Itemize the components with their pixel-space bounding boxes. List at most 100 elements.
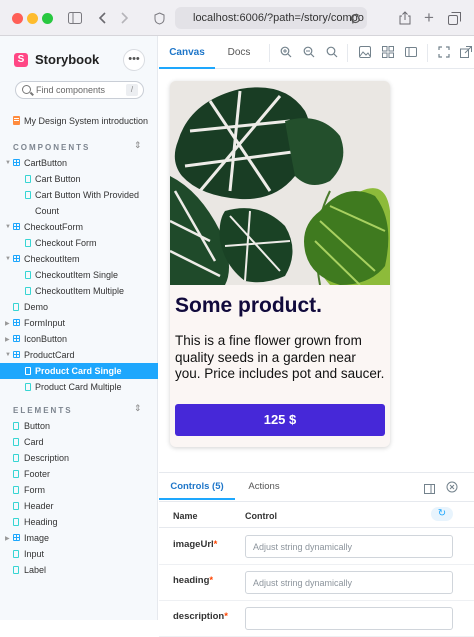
caret-right-icon: ▶ xyxy=(5,321,10,327)
sidebar-item-checkoutitem[interactable]: ▼ CheckoutItem xyxy=(0,251,158,267)
search-input[interactable]: Find components / xyxy=(15,81,144,99)
sidebar-item-label: My Design System introduction xyxy=(24,116,149,126)
address-bar[interactable]: localhost:6006/?path=/story/compo xyxy=(175,7,367,29)
component-icon xyxy=(13,351,20,358)
expand-collapse-icon[interactable]: ⇕ xyxy=(134,403,142,414)
sidebar-item-cart-button-with-provided[interactable]: Cart Button With Provided xyxy=(0,187,158,203)
sidebar-item-footer[interactable]: Footer xyxy=(0,466,158,482)
control-name: description* xyxy=(173,611,228,622)
open-new-tab-icon[interactable] xyxy=(459,46,473,60)
sidebar-item-introduction[interactable]: My Design System introduction xyxy=(0,113,158,129)
bookmark-icon xyxy=(13,518,19,526)
background-icon[interactable] xyxy=(358,46,372,60)
share-icon[interactable] xyxy=(396,9,414,27)
sidebar-item-productcard[interactable]: ▼ ProductCard xyxy=(0,347,158,363)
column-header-name: Name xyxy=(173,511,198,521)
control-row-imageurl: imageUrl* Adjust string dynamically xyxy=(159,529,474,565)
forward-icon[interactable] xyxy=(116,9,134,27)
price-button[interactable]: 125 $ xyxy=(175,404,385,436)
bookmark-icon xyxy=(13,303,19,311)
zoom-in-icon[interactable] xyxy=(279,46,293,60)
sidebar-toggle-icon[interactable] xyxy=(66,9,84,27)
tab-overview-icon[interactable] xyxy=(445,9,463,27)
zoom-out-icon[interactable] xyxy=(302,46,316,60)
required-marker: * xyxy=(209,575,214,586)
required-marker: * xyxy=(213,539,218,550)
sidebar-item-cart-button[interactable]: Cart Button xyxy=(0,171,158,187)
sidebar-item-label[interactable]: Label xyxy=(0,562,158,578)
sidebar-item-label: Form xyxy=(24,485,45,495)
bookmark-icon xyxy=(13,422,19,430)
sidebar-item-checkoutitem-multiple[interactable]: CheckoutItem Multiple xyxy=(0,283,158,299)
toolbar-divider xyxy=(347,44,348,62)
sidebar-item-card[interactable]: Card xyxy=(0,434,158,450)
sidebar-item-label: FormInput xyxy=(24,318,66,328)
heading-input[interactable]: Adjust string dynamically xyxy=(245,571,453,594)
sidebar-menu-button[interactable]: ••• xyxy=(123,49,145,71)
sidebar-item-demo[interactable]: Demo xyxy=(0,299,158,315)
sidebar-item-label: Header xyxy=(24,501,54,511)
expand-collapse-icon[interactable]: ⇕ xyxy=(134,140,142,151)
sidebar-item-product-card-single[interactable]: Product Card Single xyxy=(0,363,158,379)
sidebar-item-product-card-multiple[interactable]: Product Card Multiple xyxy=(0,379,158,395)
storybook-logo[interactable]: S Storybook xyxy=(14,52,99,67)
sidebar-item-forminput[interactable]: ▶ FormInput xyxy=(0,315,158,331)
sidebar-item-label: Heading xyxy=(24,517,58,527)
sidebar-item-cartbutton[interactable]: ▼ CartButton xyxy=(0,155,158,171)
grid-icon[interactable] xyxy=(381,46,395,60)
sidebar-item-button[interactable]: Button xyxy=(0,418,158,434)
panel-orientation-icon[interactable] xyxy=(424,481,435,499)
sidebar-item-label: Description xyxy=(24,453,70,463)
sidebar-item-description[interactable]: Description xyxy=(0,450,158,466)
tab-docs[interactable]: Docs xyxy=(221,36,257,69)
description-input[interactable] xyxy=(245,607,453,630)
sidebar-item-label: CheckoutItem Single xyxy=(35,270,119,280)
sidebar-item-checkoutitem-single[interactable]: CheckoutItem Single xyxy=(0,267,158,283)
sidebar-item-checkout-form[interactable]: Checkout Form xyxy=(0,235,158,251)
preview-toolbar: Canvas Docs xyxy=(159,36,474,69)
bookmark-icon xyxy=(25,271,31,279)
tab-canvas[interactable]: Canvas xyxy=(159,36,215,69)
tab-controls[interactable]: Controls (5) xyxy=(159,473,235,500)
maximize-window-button[interactable] xyxy=(42,13,53,24)
new-tab-icon[interactable]: + xyxy=(420,8,438,27)
sidebar-item-label: Cart Button With Provided xyxy=(35,190,140,200)
close-panel-icon[interactable] xyxy=(446,480,458,498)
sidebar-item-checkoutform[interactable]: ▼ CheckoutForm xyxy=(0,219,158,235)
browser-titlebar: localhost:6006/?path=/story/compo + xyxy=(0,0,474,36)
refresh-icon: ↻ xyxy=(437,508,447,519)
shield-icon[interactable] xyxy=(150,9,168,27)
reload-icon[interactable] xyxy=(346,9,364,27)
viewport-icon[interactable] xyxy=(404,46,418,60)
search-placeholder: Find components xyxy=(36,85,106,95)
sidebar-item-heading[interactable]: Heading xyxy=(0,514,158,530)
required-marker: * xyxy=(224,611,228,622)
sidebar-item-label: CheckoutForm xyxy=(24,222,84,232)
sidebar-item-form[interactable]: Form xyxy=(0,482,158,498)
section-header-label: ELEMENTS xyxy=(13,406,73,415)
sidebar-item-label: Demo xyxy=(24,302,49,312)
sidebar-item-image[interactable]: ▶ Image xyxy=(0,530,158,546)
back-icon[interactable] xyxy=(93,9,111,27)
component-icon xyxy=(13,223,20,230)
bookmark-icon xyxy=(25,239,31,247)
component-icon xyxy=(13,534,20,541)
sidebar-item-label: Cart Button xyxy=(35,174,81,184)
reset-controls-button[interactable]: ↻ xyxy=(431,507,453,521)
search-icon xyxy=(22,85,31,94)
sidebar-item-input[interactable]: Input xyxy=(0,546,158,562)
components-section-header[interactable]: COMPONENTS xyxy=(13,143,90,152)
fullscreen-icon[interactable] xyxy=(437,46,451,60)
tab-actions[interactable]: Actions xyxy=(239,473,289,500)
sidebar-item-label: Product Card Multiple xyxy=(35,382,122,392)
sidebar-item-iconbutton[interactable]: ▶ IconButton xyxy=(0,331,158,347)
sidebar-item-label: Product Card Single xyxy=(35,366,122,376)
minimize-window-button[interactable] xyxy=(27,13,38,24)
sidebar-item-label: CheckoutItem xyxy=(24,254,80,264)
sidebar-item-header[interactable]: Header xyxy=(0,498,158,514)
close-window-button[interactable] xyxy=(12,13,23,24)
elements-section-header[interactable]: ELEMENTS xyxy=(13,406,73,415)
zoom-reset-icon[interactable] xyxy=(325,46,339,60)
sidebar-item-label-continuation: Count xyxy=(0,203,158,219)
imageurl-input[interactable]: Adjust string dynamically xyxy=(245,535,453,558)
